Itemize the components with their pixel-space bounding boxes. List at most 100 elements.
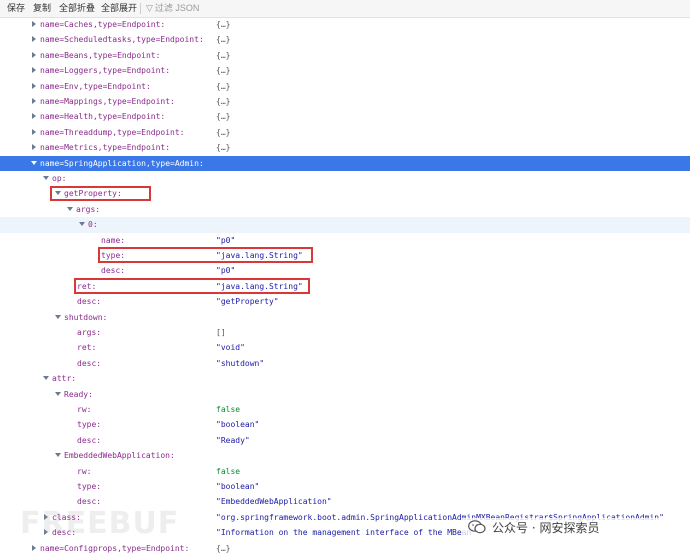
expand-arrow-icon[interactable] <box>32 67 36 74</box>
expand-arrow-icon[interactable] <box>32 98 36 104</box>
tree-key: name=Env,type=Endpoint: <box>40 81 151 91</box>
tree-key: shutdown: <box>64 312 108 322</box>
tree-row[interactable]: type: "java.lang.String" <box>0 248 690 263</box>
filter-placeholder: 过滤 JSON <box>154 3 200 13</box>
tree-key: desc: <box>77 358 102 368</box>
tree-key: name: <box>101 235 126 245</box>
collapse-arrow-icon[interactable] <box>55 314 61 319</box>
tree-key: name=Mappings,type=Endpoint: <box>40 97 175 106</box>
tree-key: 0: <box>88 220 98 230</box>
collapse-arrow-icon[interactable] <box>43 376 49 381</box>
tree-row[interactable]: 0: <box>0 217 690 233</box>
tree-row[interactable]: ret: "void" <box>0 340 690 355</box>
tree-key: getProperty: <box>64 189 122 199</box>
toolbar-divider <box>140 3 141 14</box>
tree-row[interactable]: name=Health,type=Endpoint: {…} <box>0 109 690 124</box>
json-tree: name=Caches,type=Endpoint: {…} name=Sche… <box>0 17 690 559</box>
tree-value: {…} <box>216 81 231 91</box>
expand-arrow-icon[interactable] <box>32 113 36 120</box>
tree-row[interactable]: shutdown: <box>0 310 690 325</box>
tree-row[interactable]: EmbeddedWebApplication: <box>0 448 690 463</box>
expand-all-button[interactable]: 全部展开 <box>101 3 137 14</box>
tree-key: ret: <box>77 281 97 291</box>
collapse-arrow-icon[interactable] <box>31 160 37 165</box>
save-button[interactable]: 保存 <box>7 3 25 14</box>
tree-value: "java.lang.String" <box>216 281 303 291</box>
freebuf-watermark: FREEBUF <box>20 506 180 541</box>
tree-row[interactable]: attr: <box>0 371 690 386</box>
collapse-all-button[interactable]: 全部折叠 <box>59 3 95 14</box>
expand-arrow-icon[interactable] <box>32 128 36 135</box>
tree-row[interactable]: name=Beans,type=Endpoint: {…} <box>0 48 690 63</box>
tree-row[interactable]: type: "boolean" <box>0 417 690 432</box>
tree-value: {…} <box>216 97 231 106</box>
tree-row-selected[interactable]: name=SpringApplication,type=Admin: <box>0 155 690 171</box>
tree-row[interactable]: name: "p0" <box>0 233 690 248</box>
tree-row[interactable]: ret: "java.lang.String" <box>0 279 690 294</box>
tree-row[interactable]: name=Scheduledtasks,type=Endpoint: {…} <box>0 32 690 47</box>
tree-row[interactable]: args: [] <box>0 325 690 340</box>
tree-key: name=Threaddump,type=Endpoint: <box>40 127 185 137</box>
tree-key: name=Health,type=Endpoint: <box>40 112 166 122</box>
expand-arrow-icon[interactable] <box>32 144 36 151</box>
tree-row[interactable]: name=Env,type=Endpoint: {…} <box>0 79 690 94</box>
filter-json-input[interactable]: ▽ 过滤 JSON <box>146 3 199 14</box>
tree-row[interactable]: rw: false <box>0 464 690 479</box>
tree-key: name=Metrics,type=Endpoint: <box>40 143 171 153</box>
tree-key: desc: <box>101 266 126 276</box>
tree-row[interactable]: desc: "p0" <box>0 263 690 278</box>
collapse-arrow-icon[interactable] <box>79 222 85 227</box>
tree-row[interactable]: name=Threaddump,type=Endpoint: {…} <box>0 125 690 140</box>
tree-value: "Ready" <box>216 435 250 445</box>
tree-row[interactable]: Ready: <box>0 387 690 402</box>
expand-arrow-icon[interactable] <box>32 51 36 58</box>
tree-row[interactable]: getProperty: <box>0 186 690 201</box>
tree-row[interactable]: args: <box>0 202 690 217</box>
tree-key: name=SpringApplication,type=Admin: <box>40 158 204 168</box>
tree-value: false <box>216 466 241 476</box>
tree-value: false <box>216 405 241 414</box>
tree-key: EmbeddedWebApplication: <box>64 451 175 461</box>
expand-arrow-icon[interactable] <box>32 544 36 551</box>
tree-value: "Information on the management interface… <box>216 528 477 538</box>
tree-row[interactable]: op: <box>0 171 690 186</box>
tree-value: {…} <box>216 50 231 60</box>
tree-key: name=Caches,type=Endpoint: <box>40 20 166 29</box>
collapse-arrow-icon[interactable] <box>55 453 61 458</box>
collapse-arrow-icon[interactable] <box>67 206 73 211</box>
tree-row[interactable]: name=Mappings,type=Endpoint: {…} <box>0 94 690 109</box>
tree-row[interactable]: type: "boolean" <box>0 479 690 494</box>
tree-key: name=Configprops,type=Endpoint: <box>40 543 190 553</box>
tree-value: "void" <box>216 343 245 353</box>
tree-key: rw: <box>77 405 92 414</box>
tree-row[interactable]: name=Metrics,type=Endpoint: {…} <box>0 140 690 155</box>
expand-arrow-icon[interactable] <box>32 36 36 43</box>
tree-key: Ready: <box>64 389 93 399</box>
tree-row[interactable]: name=Caches,type=Endpoint: {…} <box>0 17 690 32</box>
tree-key: name=Loggers,type=Endpoint: <box>40 66 171 76</box>
collapse-arrow-icon[interactable] <box>55 191 61 196</box>
tree-key: type: <box>77 482 102 491</box>
tree-key: args: <box>77 328 102 337</box>
tree-row[interactable]: name=Configprops,type=Endpoint: {…} <box>0 541 690 556</box>
expand-arrow-icon[interactable] <box>32 21 36 27</box>
tree-row[interactable]: desc: "getProperty" <box>0 294 690 309</box>
tree-key: op: <box>52 174 67 183</box>
collapse-arrow-icon[interactable] <box>55 391 61 396</box>
tree-value: "p0" <box>216 235 236 245</box>
tree-value: {…} <box>216 543 231 553</box>
tree-row[interactable]: rw: false <box>0 402 690 417</box>
tree-value: "shutdown" <box>216 358 265 368</box>
copy-button[interactable]: 复制 <box>33 3 51 14</box>
tree-row[interactable]: desc: "Ready" <box>0 433 690 448</box>
tree-value: {…} <box>216 112 231 122</box>
expand-arrow-icon[interactable] <box>32 82 36 89</box>
collapse-arrow-icon[interactable] <box>43 176 49 180</box>
tree-value: "boolean" <box>216 420 260 430</box>
wechat-account-label: 公众号 · 网安探索员 <box>492 521 600 535</box>
tree-row[interactable]: desc: "shutdown" <box>0 356 690 371</box>
tree-key: desc: <box>77 435 102 445</box>
tree-key: rw: <box>77 466 92 476</box>
tree-row[interactable]: name=Loggers,type=Endpoint: {…} <box>0 63 690 78</box>
tree-key: desc: <box>77 297 102 307</box>
